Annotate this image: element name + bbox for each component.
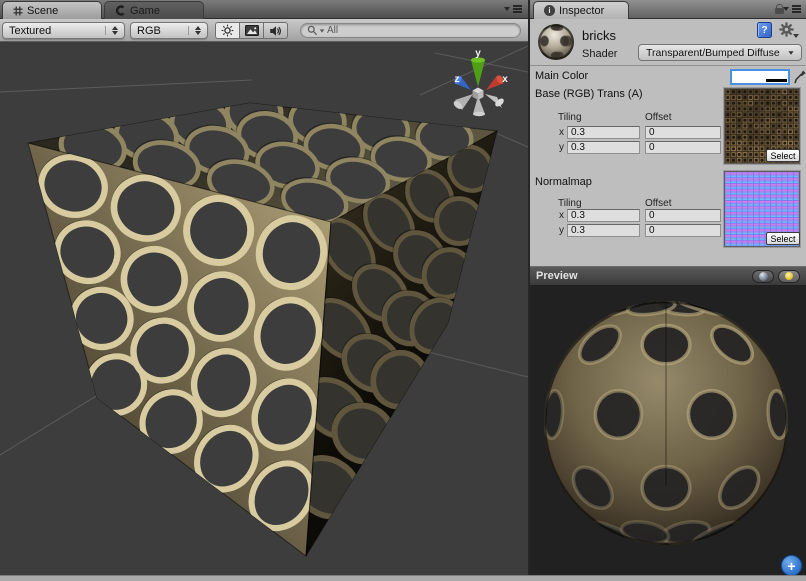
- base-tiling-x-input[interactable]: [567, 126, 640, 139]
- scene-skybox-toggle[interactable]: [239, 22, 264, 39]
- tab-game-label: Game: [130, 5, 160, 17]
- speaker-icon: [269, 25, 282, 37]
- base-offset-x-input[interactable]: [645, 126, 721, 139]
- material-properties: Main Color Base (RGB) Trans (A) Select T…: [530, 66, 806, 266]
- base-offset-y-input[interactable]: [645, 141, 721, 154]
- material-header: bricks Shader Transparent/Bumped Diffuse…: [530, 19, 806, 66]
- normal-y-row-label: y: [559, 225, 564, 236]
- info-icon: i: [544, 5, 555, 16]
- alpha-bar: [766, 79, 787, 82]
- scene-search-field[interactable]: [300, 23, 521, 38]
- scene-viewport[interactable]: y x z: [0, 42, 528, 575]
- main-color-swatch[interactable]: [730, 69, 790, 85]
- normal-offset-y-input[interactable]: [645, 224, 721, 237]
- scene-lighting-toggle[interactable]: [215, 22, 240, 39]
- inspector-panel-menu-icon[interactable]: [783, 5, 801, 13]
- tab-inspector-label: Inspector: [559, 5, 604, 17]
- inspector-tabstrip: i Inspector: [530, 0, 806, 19]
- preview-mesh-toggle-button[interactable]: [752, 270, 774, 283]
- base-y-row-label: y: [559, 142, 564, 153]
- main-color-label: Main Color: [535, 70, 588, 82]
- normal-tiling-y-input[interactable]: [567, 224, 640, 237]
- base-texture-thumbnail[interactable]: Select: [724, 88, 800, 164]
- preview-lighting-toggle-button[interactable]: [778, 270, 800, 283]
- base-texture-select-button[interactable]: Select: [766, 149, 800, 162]
- render-mode-value: Textured: [9, 25, 51, 37]
- sphere-icon: [759, 272, 768, 281]
- gizmo-y-axis-cone[interactable]: [471, 60, 485, 87]
- gizmo-y-label: y: [475, 48, 481, 59]
- image-icon: [245, 25, 259, 36]
- preview-title: Preview: [536, 270, 578, 282]
- color-channels-value: RGB: [137, 25, 161, 37]
- shader-label: Shader: [582, 48, 617, 60]
- scene-panel: Scene Game Textured RGB: [0, 0, 528, 575]
- shader-dropdown[interactable]: Transparent/Bumped Diffuse: [638, 44, 802, 61]
- scene-toolbar: Textured RGB: [0, 19, 528, 42]
- scene-grid-icon: [13, 6, 23, 16]
- gear-caret-icon: [793, 34, 799, 38]
- normal-x-row-label: x: [559, 210, 564, 221]
- color-channels-dropdown[interactable]: RGB: [130, 22, 208, 39]
- normal-texture-select-button[interactable]: Select: [766, 232, 800, 245]
- normal-tiling-label: Tiling: [558, 198, 582, 209]
- tab-inspector[interactable]: i Inspector: [533, 1, 629, 19]
- eyedropper-icon[interactable]: [793, 68, 806, 85]
- inspector-panel: i Inspector bricks Shader Transparent/Bu…: [530, 0, 806, 575]
- updown-arrows-icon: [188, 26, 201, 36]
- normal-texture-thumbnail[interactable]: Select: [724, 171, 800, 247]
- light-icon: [785, 272, 793, 280]
- normal-map-label: Normalmap: [535, 176, 592, 188]
- gear-icon: [779, 22, 794, 37]
- preview-header[interactable]: Preview: [530, 266, 806, 286]
- base-map-label: Base (RGB) Trans (A): [535, 88, 643, 100]
- scene-orientation-gizmo[interactable]: y x z: [445, 44, 525, 124]
- search-icon: [307, 25, 317, 36]
- render-mode-dropdown[interactable]: Textured: [2, 22, 125, 39]
- search-input[interactable]: [327, 25, 514, 36]
- tab-scene-label: Scene: [27, 5, 58, 17]
- tab-game[interactable]: Game: [104, 1, 204, 19]
- scene-panel-menu-icon[interactable]: [504, 5, 522, 13]
- shader-value: Transparent/Bumped Diffuse: [646, 47, 780, 59]
- preview-sphere: [530, 286, 806, 575]
- gizmo-x-label: x: [502, 74, 508, 85]
- base-tiling-label: Tiling: [558, 112, 582, 123]
- normal-offset-x-input[interactable]: [645, 209, 721, 222]
- material-preview-ball-icon: [535, 21, 577, 63]
- sun-icon: [221, 24, 234, 37]
- normal-offset-label: Offset: [645, 198, 672, 209]
- material-name: bricks: [582, 28, 616, 43]
- material-preview-area[interactable]: +: [530, 286, 806, 575]
- gear-menu-button[interactable]: [779, 22, 799, 38]
- dropdown-caret-icon: [788, 51, 793, 54]
- scene-audio-toggle[interactable]: [263, 22, 288, 39]
- preview-zoom-plus-button[interactable]: +: [781, 555, 802, 575]
- normal-tiling-x-input[interactable]: [567, 209, 640, 222]
- tab-scene[interactable]: Scene: [2, 1, 102, 19]
- base-x-row-label: x: [559, 127, 564, 138]
- base-offset-label: Offset: [645, 112, 672, 123]
- base-tiling-y-input[interactable]: [567, 141, 640, 154]
- updown-arrows-icon: [105, 26, 118, 36]
- help-book-icon[interactable]: ?: [757, 22, 772, 38]
- gizmo-z-label: z: [455, 74, 460, 85]
- scene-tabstrip: Scene Game: [0, 0, 528, 19]
- game-icon: [115, 5, 126, 16]
- search-filter-caret-icon[interactable]: [320, 29, 325, 32]
- status-bar: [0, 575, 806, 581]
